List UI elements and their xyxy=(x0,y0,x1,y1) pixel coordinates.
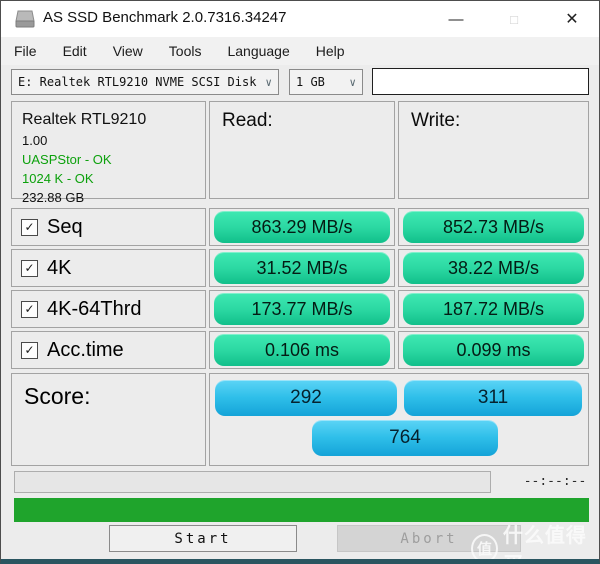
acctime-checkbox[interactable]: ✓ xyxy=(21,341,38,359)
4k-label: 4K xyxy=(47,256,72,279)
read-header-panel: Read: xyxy=(209,101,395,199)
status-text-box xyxy=(14,471,491,493)
menu-item-language[interactable]: Language xyxy=(214,43,302,59)
4k-write-value: 38.22 MB/s xyxy=(403,252,584,284)
chevron-down-icon: ∨ xyxy=(349,75,356,89)
write-header-panel: Write: xyxy=(398,101,589,199)
elapsed-time: --:--:-- xyxy=(523,474,587,489)
4k64thrd-read-cell: 173.77 MB/s xyxy=(209,290,395,328)
acctime-write-cell: 0.099 ms xyxy=(398,331,589,369)
drive-driver-status: UASPStor - OK xyxy=(22,152,112,167)
seq-checkbox[interactable]: ✓ xyxy=(21,218,38,236)
progress-bar xyxy=(14,498,589,522)
seq-read-value: 863.29 MB/s xyxy=(214,211,390,243)
test-size-select[interactable]: 1 GB ∨ xyxy=(289,69,363,95)
window-title: AS SSD Benchmark 2.0.7316.34247 xyxy=(43,9,287,26)
abort-button[interactable]: Abort xyxy=(337,525,521,552)
menu-item-view[interactable]: View xyxy=(100,43,156,59)
score-label-cell: Score: xyxy=(11,373,206,466)
menu-bar: File Edit View Tools Language Help xyxy=(1,37,599,65)
start-button[interactable]: Start xyxy=(109,525,297,552)
drive-capacity: 232.88 GB xyxy=(22,190,85,205)
menu-item-file[interactable]: File xyxy=(1,43,50,59)
table-row-4k: ✓ 4K xyxy=(11,249,206,287)
4k-read-value: 31.52 MB/s xyxy=(214,252,390,284)
4k64thrd-write-value: 187.72 MB/s xyxy=(403,293,584,325)
4k64thrd-checkbox[interactable]: ✓ xyxy=(21,300,38,318)
table-row-acctime: ✓ Acc.time xyxy=(11,331,206,369)
drive-firmware: 1.00 xyxy=(22,133,48,148)
score-label: Score: xyxy=(24,383,91,409)
4k-write-cell: 38.22 MB/s xyxy=(398,249,589,287)
acctime-read-cell: 0.106 ms xyxy=(209,331,395,369)
menu-item-edit[interactable]: Edit xyxy=(50,43,100,59)
maximize-button[interactable]: □ xyxy=(491,1,537,37)
app-icon xyxy=(15,10,35,28)
4k-checkbox[interactable]: ✓ xyxy=(21,259,38,277)
score-read-value: 292 xyxy=(215,380,397,416)
table-row-seq: ✓ Seq xyxy=(11,208,206,246)
4k64thrd-write-cell: 187.72 MB/s xyxy=(398,290,589,328)
test-size-value: 1 GB xyxy=(296,75,325,89)
seq-write-value: 852.73 MB/s xyxy=(403,211,584,243)
minimize-button[interactable]: — xyxy=(433,1,479,37)
4k64thrd-read-value: 173.77 MB/s xyxy=(214,293,390,325)
acctime-label: Acc.time xyxy=(47,338,124,361)
drive-info-panel: Realtek RTL9210 1.00 UASPStor - OK 1024 … xyxy=(11,101,206,205)
acctime-read-value: 0.106 ms xyxy=(214,334,390,366)
app-window: AS SSD Benchmark 2.0.7316.34247 — □ ✕ Fi… xyxy=(0,0,600,564)
drive-select-value: E: Realtek RTL9210 NVME SCSI Disk xyxy=(18,75,257,89)
score-write-value: 311 xyxy=(404,380,582,416)
score-total-value: 764 xyxy=(312,420,498,456)
menu-item-help[interactable]: Help xyxy=(303,43,358,59)
table-row-4k64thrd: ✓ 4K-64Thrd xyxy=(11,290,206,328)
drive-alignment-status: 1024 K - OK xyxy=(22,171,94,186)
acctime-write-value: 0.099 ms xyxy=(403,334,584,366)
read-header: Read: xyxy=(222,110,273,131)
seq-read-cell: 863.29 MB/s xyxy=(209,208,395,246)
close-button[interactable]: ✕ xyxy=(549,1,595,37)
seq-write-cell: 852.73 MB/s xyxy=(398,208,589,246)
4k64thrd-label: 4K-64Thrd xyxy=(47,297,142,320)
seq-label: Seq xyxy=(47,215,83,238)
score-values-cell: 292 311 764 xyxy=(209,373,589,466)
title-bar: AS SSD Benchmark 2.0.7316.34247 — □ ✕ xyxy=(1,1,599,37)
toolbar-textbox[interactable] xyxy=(372,68,589,95)
menu-item-tools[interactable]: Tools xyxy=(156,43,215,59)
write-header: Write: xyxy=(411,110,461,131)
drive-select[interactable]: E: Realtek RTL9210 NVME SCSI Disk ∨ xyxy=(11,69,279,95)
4k-read-cell: 31.52 MB/s xyxy=(209,249,395,287)
drive-model: Realtek RTL9210 xyxy=(22,111,147,128)
chevron-down-icon: ∨ xyxy=(265,75,272,89)
